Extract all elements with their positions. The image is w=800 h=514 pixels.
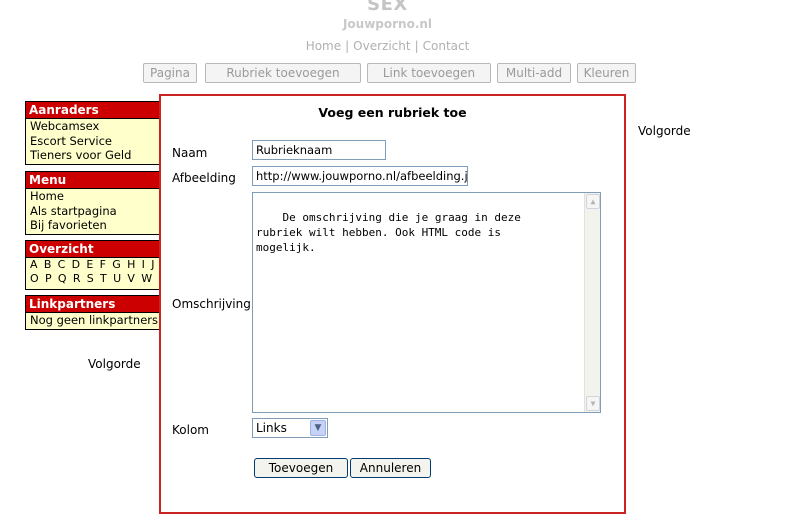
site-domain: Jouwporno.nl	[342, 17, 433, 31]
sidebar-item-tieners-voor-geld[interactable]: Tieners voor Geld	[26, 148, 159, 163]
nav-link-home[interactable]: Home	[306, 39, 341, 53]
afbeelding-label: Afbeelding	[172, 171, 236, 185]
nav-link-overzicht[interactable]: Overzicht	[353, 39, 410, 53]
sidebar-item-als-startpagina[interactable]: Als startpagina	[26, 204, 159, 219]
sidebar-linkpartners-heading: Linkpartners	[26, 296, 159, 313]
sidebar-overzicht-heading: Overzicht	[26, 241, 159, 258]
sidebar-aanraders-box: Aanraders Webcamsex Escort Service Tiene…	[25, 101, 160, 165]
sidebar-volgorde-label: Volgorde	[88, 357, 141, 371]
sidebar-item-bij-favorieten[interactable]: Bij favorieten	[26, 218, 159, 233]
omschrijving-text: De omschrijving die je graag in deze rub…	[256, 211, 521, 254]
omschrijving-label: Omschrijving	[172, 297, 251, 311]
kleuren-button[interactable]: Kleuren	[577, 63, 636, 83]
sidebar-overzicht-box: Overzicht A B C D E F G H I J K O P Q R …	[25, 240, 160, 290]
annuleren-button[interactable]: Annuleren	[350, 458, 431, 478]
scroll-up-arrow-icon[interactable]: ▲	[586, 194, 600, 209]
omschrijving-textarea[interactable]: De omschrijving die je graag in deze rub…	[252, 192, 601, 413]
alphabet-row-1[interactable]: A B C D E F G H I J K	[26, 258, 159, 272]
pagina-button[interactable]: Pagina	[143, 63, 197, 83]
textarea-scrollbar[interactable]: ▲ ▼	[584, 193, 600, 412]
kolom-label: Kolom	[172, 423, 209, 437]
afbeelding-input[interactable]: http://www.jouwporno.nl/afbeelding.jpg	[252, 166, 468, 186]
top-navigation: Home | Overzicht | Contact	[0, 38, 775, 54]
toevoegen-button[interactable]: Toevoegen	[254, 458, 348, 478]
scroll-down-arrow-icon[interactable]: ▼	[586, 396, 600, 411]
nav-link-contact[interactable]: Contact	[423, 39, 470, 53]
sidebar-item-home[interactable]: Home	[26, 189, 159, 204]
right-volgorde-label: Volgorde	[638, 124, 691, 138]
rubriek-toevoegen-button[interactable]: Rubriek toevoegen	[205, 63, 361, 83]
add-category-panel: Voeg een rubriek toe Naam Rubrieknaam Af…	[159, 94, 626, 514]
sidebar-aanraders-heading: Aanraders	[26, 102, 159, 119]
kolom-selected-value: Links	[256, 421, 287, 435]
sidebar-menu-box: Menu Home Als startpagina Bij favorieten	[25, 171, 160, 235]
nav-separator: |	[414, 39, 419, 53]
multi-add-button[interactable]: Multi-add	[497, 63, 571, 83]
sidebar-item-webcamsex[interactable]: Webcamsex	[26, 119, 159, 134]
form-title: Voeg een rubriek toe	[318, 105, 467, 120]
kolom-select[interactable]: Links ▼	[252, 418, 328, 438]
naam-label: Naam	[172, 146, 208, 160]
sidebar-linkpartners-box: Linkpartners Nog geen linkpartners	[25, 295, 160, 330]
link-toevoegen-button[interactable]: Link toevoegen	[367, 63, 491, 83]
naam-input[interactable]: Rubrieknaam	[252, 140, 386, 160]
nav-separator: |	[345, 39, 350, 53]
site-title: SEX	[367, 0, 408, 15]
sidebar-item-nog-geen-linkpartners[interactable]: Nog geen linkpartners	[26, 313, 159, 328]
alphabet-row-2[interactable]: O P Q R S T U V W X	[26, 272, 159, 286]
sidebar-item-escort-service[interactable]: Escort Service	[26, 134, 159, 149]
sidebar-menu-heading: Menu	[26, 172, 159, 189]
chevron-down-icon[interactable]: ▼	[310, 420, 326, 436]
